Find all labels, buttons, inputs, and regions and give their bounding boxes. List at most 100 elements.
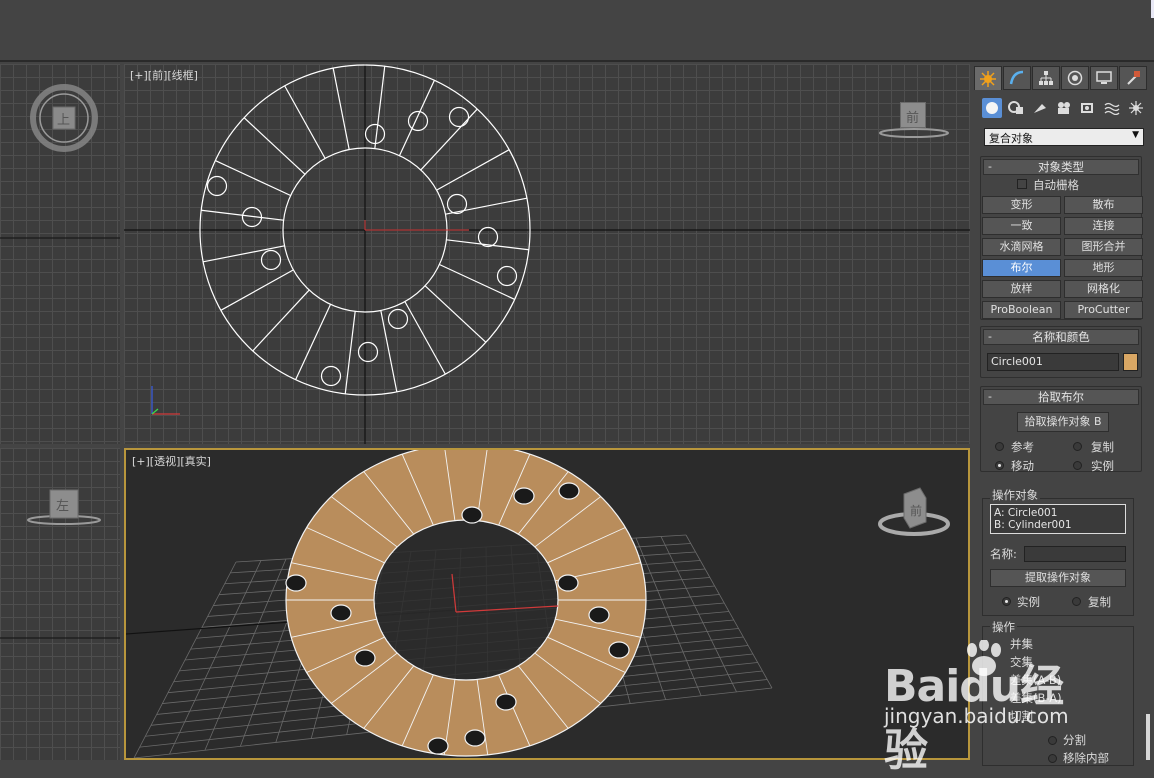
ring-segment-edge	[215, 160, 291, 197]
ring-center-hole	[375, 521, 557, 679]
bolt-hole	[354, 649, 376, 667]
bolt-hole	[364, 123, 386, 145]
systems-icon[interactable]	[1126, 98, 1146, 118]
bolt-hole	[558, 482, 580, 500]
rollout-pick-boolean: - 拾取布尔 拾取操作对象 B 参考 复制 移动 实例	[980, 386, 1142, 473]
compound-button-connect[interactable]: 连接	[1064, 217, 1143, 235]
autogrid-label: 自动栅格	[1033, 178, 1079, 192]
perspective-model-drawing	[126, 450, 773, 758]
bolt-hole	[330, 604, 352, 622]
motion-icon[interactable]	[1061, 66, 1089, 90]
compound-button-morph[interactable]: 变形	[982, 196, 1061, 214]
compound-button-terrain[interactable]: 地形	[1064, 259, 1143, 277]
bolt-hole	[260, 249, 282, 271]
radio-move[interactable]	[995, 461, 1004, 470]
radio-instance-label: 实例	[1091, 459, 1114, 473]
ring-segment-edge	[252, 289, 310, 352]
bolt-hole	[320, 365, 342, 387]
cameras-icon[interactable]	[1054, 98, 1074, 118]
ring-segment-edge	[374, 66, 386, 149]
chevron-down-icon: ▼	[1132, 130, 1139, 140]
axis-tripod-y	[151, 408, 159, 415]
radio-extract-copy-label: 复制	[1088, 595, 1111, 609]
compound-button-proboolean[interactable]: ProBoolean	[982, 301, 1061, 319]
ring-segment-edge	[436, 149, 510, 191]
ring-segment-edge	[446, 239, 529, 251]
category-dropdown[interactable]: 复合对象 ▼	[984, 128, 1144, 146]
radio-copy[interactable]	[1073, 442, 1082, 451]
radio-move-label: 移动	[1011, 459, 1034, 473]
radio-extract-copy[interactable]	[1072, 597, 1081, 606]
command-panel-tabs	[974, 66, 1150, 90]
compound-button-blobmesh[interactable]: 水滴网格	[982, 238, 1061, 256]
operation-group-title: 操作	[990, 619, 1017, 635]
ring-segment-edge	[398, 80, 435, 156]
viewcube-front[interactable]: 前	[900, 102, 926, 128]
object-color-swatch[interactable]	[1123, 353, 1138, 371]
command-panel-scrollbar[interactable]	[1146, 714, 1150, 760]
rollout-pick-boolean-header[interactable]: - 拾取布尔	[983, 389, 1139, 405]
radio-reference[interactable]	[995, 442, 1004, 451]
viewcube-front-ring	[879, 128, 949, 138]
utilities-icon[interactable]	[1119, 66, 1147, 90]
rollout-object-type-header[interactable]: - 对象类型	[983, 159, 1139, 175]
collapse-icon: -	[988, 390, 992, 403]
rollout-name-color-title: 名称和颜色	[1032, 330, 1090, 344]
viewcube-top-label[interactable]: 上	[57, 109, 70, 128]
viewport-perspective[interactable]: [+][透视][真实] 前	[124, 448, 970, 760]
create-icon[interactable]	[974, 66, 1002, 90]
ring-segment-edge	[344, 311, 356, 394]
object-name-field[interactable]: Circle001	[987, 353, 1119, 371]
extract-operand-button[interactable]: 提取操作对象	[990, 569, 1126, 587]
ring-segment-edge	[424, 285, 487, 343]
helpers-icon[interactable]	[1078, 98, 1098, 118]
ring-segment-edge	[332, 67, 350, 150]
watermark-url: jingyan.baidu.com	[884, 704, 1069, 728]
grid-line	[685, 534, 773, 689]
bolt-hole	[461, 506, 483, 524]
list-item[interactable]: A: Circle001	[994, 507, 1122, 519]
modify-icon[interactable]	[1003, 66, 1031, 90]
bolt-hole	[496, 265, 518, 287]
bolt-hole	[387, 308, 409, 330]
bolt-hole	[357, 341, 379, 363]
compound-button-procutter[interactable]: ProCutter	[1064, 301, 1143, 319]
autogrid-checkbox[interactable]	[1017, 179, 1027, 189]
compound-button-boolean[interactable]: 布尔	[982, 259, 1061, 277]
ring-segment-edge	[404, 301, 446, 375]
pick-operand-b-button[interactable]: 拾取操作对象 B	[1017, 412, 1109, 432]
operand-name-field[interactable]	[1024, 546, 1126, 562]
viewport-top[interactable]: 上	[0, 64, 120, 444]
compound-button-mesher[interactable]: 网格化	[1064, 280, 1143, 298]
rollout-name-color-header[interactable]: - 名称和颜色	[983, 329, 1139, 345]
bolt-hole	[557, 574, 579, 592]
shapes-icon[interactable]	[1006, 98, 1026, 118]
spacewarps-icon[interactable]	[1102, 98, 1122, 118]
baidu-watermark: Baidu经验 jingyan.baidu.com	[884, 640, 1094, 776]
compound-button-loft[interactable]: 放样	[982, 280, 1061, 298]
display-icon[interactable]	[1090, 66, 1118, 90]
ring-segment-edge	[284, 85, 326, 159]
ring-segment-edge	[220, 269, 294, 311]
compound-button-shapemerge[interactable]: 图形合并	[1064, 238, 1143, 256]
front-wireframe-drawing	[124, 64, 970, 444]
bolt-hole	[513, 487, 535, 505]
compound-button-scatter[interactable]: 散布	[1064, 196, 1143, 214]
viewport-front[interactable]: [+][前][线框] 前	[124, 64, 970, 444]
radio-instance[interactable]	[1073, 461, 1082, 470]
viewcube-perspective-label: 前	[910, 504, 923, 518]
lights-icon[interactable]	[1030, 98, 1050, 118]
rollout-object-type: - 对象类型 自动栅格 变形 散布 一致 连接 水滴网格 图形合并 布尔 地形 …	[980, 156, 1143, 320]
hierarchy-icon[interactable]	[1032, 66, 1060, 90]
operands-group-title: 操作对象	[990, 487, 1040, 503]
radio-extract-instance[interactable]	[1002, 597, 1011, 606]
operands-list[interactable]: A: Circle001 B: Cylinder001	[990, 504, 1126, 534]
list-item[interactable]: B: Cylinder001	[994, 519, 1122, 531]
bolt-hole	[446, 193, 468, 215]
bolt-hole	[206, 175, 228, 197]
viewcube-left-label[interactable]: 左	[56, 495, 69, 514]
compound-button-conform[interactable]: 一致	[982, 217, 1061, 235]
geometry-icon[interactable]	[982, 98, 1002, 118]
ring-segment-edge	[439, 263, 515, 300]
viewport-left[interactable]: 左	[0, 448, 120, 760]
